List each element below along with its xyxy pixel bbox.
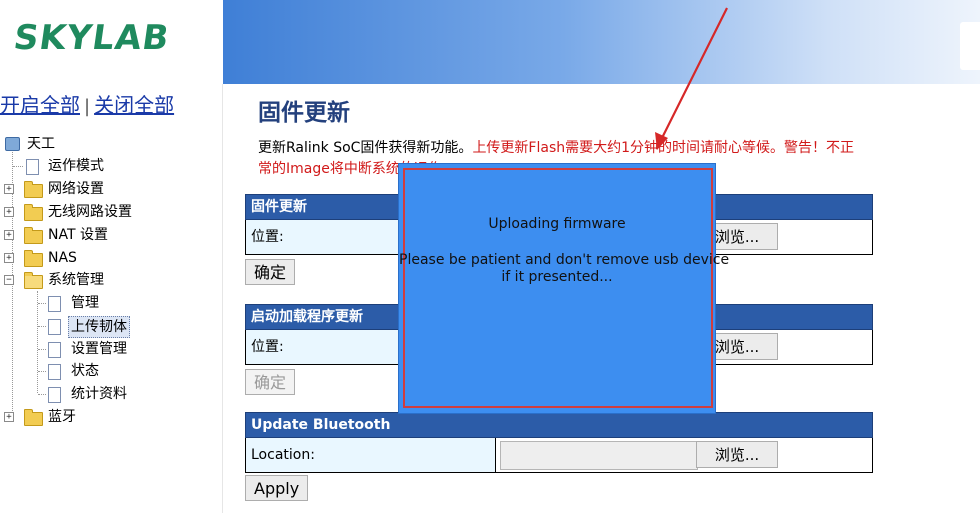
banner-tab: [960, 22, 980, 70]
bluetooth-update-section: Update Bluetooth Location: 浏览...: [245, 412, 873, 473]
firmware-confirm-button[interactable]: 确定: [245, 259, 296, 285]
warning-text: 上传更新Flash需要大约1分钟的时间请耐心等候。警告！不正: [472, 140, 855, 156]
page-icon: [48, 342, 61, 358]
dialog-frame: [403, 168, 713, 408]
page-icon: [26, 159, 39, 175]
expand-plus-icon[interactable]: +: [4, 230, 14, 240]
expand-plus-icon[interactable]: +: [4, 207, 14, 217]
logo-area: SKYLAB: [0, 0, 223, 84]
tree-item-label-selected: 上传韧体: [68, 316, 130, 338]
tree-item-label: 管理: [71, 295, 99, 311]
page-title: 固件更新: [258, 100, 350, 126]
page-icon: [48, 319, 61, 335]
dialog-title: Uploading firmware: [488, 216, 626, 232]
bootloader-confirm-button[interactable]: 确定: [245, 369, 296, 395]
tree-toggle-links: 开启全部 | 关闭全部: [0, 89, 174, 118]
expand-all-link[interactable]: 开启全部: [0, 93, 80, 117]
upload-progress-dialog: Uploading firmware Please be patient and…: [399, 164, 730, 413]
dialog-message: Please be patient and don't remove usb d…: [399, 252, 730, 268]
page-icon: [48, 387, 61, 403]
folder-open-icon: [24, 272, 43, 289]
file-row: Location: 浏览...: [245, 438, 873, 473]
tree-item-label: 蓝牙: [48, 409, 76, 425]
folder-icon: [24, 204, 43, 221]
bluetooth-apply-button[interactable]: Apply: [245, 475, 309, 501]
tree-item-label: 运作模式: [48, 158, 104, 174]
header-banner: [223, 0, 980, 84]
folder-icon: [24, 250, 43, 267]
skylab-logo: SKYLAB: [11, 18, 173, 58]
tree-item-label: 统计资料: [71, 386, 127, 402]
collapse-minus-icon[interactable]: −: [4, 275, 14, 285]
dialog-message-2: if it presented...: [501, 269, 613, 285]
file-path-field[interactable]: [500, 441, 698, 470]
folder-icon: [24, 409, 43, 426]
tree-connector-sub: [37, 291, 38, 393]
browse-button[interactable]: 浏览...: [696, 441, 778, 468]
tree-item-label: 设置管理: [71, 341, 127, 357]
tree-item-label: 网络设置: [48, 181, 104, 197]
tree-item-label: NAS: [48, 250, 77, 266]
expand-plus-icon[interactable]: +: [4, 253, 14, 263]
section-header: Update Bluetooth: [245, 412, 873, 438]
folder-icon: [24, 227, 43, 244]
page-icon: [48, 296, 61, 312]
sidebar-divider: [222, 84, 223, 513]
computer-icon: [5, 137, 20, 151]
location-label: Location:: [246, 438, 496, 472]
expand-plus-icon[interactable]: +: [4, 184, 14, 194]
tree-item-label: 无线网路设置: [48, 204, 132, 220]
tree-item-label: 状态: [71, 363, 99, 379]
tree-root-label: 天工: [27, 136, 55, 152]
tree-item-label: NAT 设置: [48, 227, 108, 243]
expand-plus-icon[interactable]: +: [4, 412, 14, 422]
collapse-all-link[interactable]: 关闭全部: [94, 93, 174, 117]
description-text: 更新Ralink SoC固件获得新功能。: [258, 140, 473, 156]
link-separator: |: [84, 96, 91, 117]
tree-item-label: 系统管理: [48, 272, 104, 288]
folder-icon: [24, 181, 43, 198]
page-icon: [48, 364, 61, 380]
